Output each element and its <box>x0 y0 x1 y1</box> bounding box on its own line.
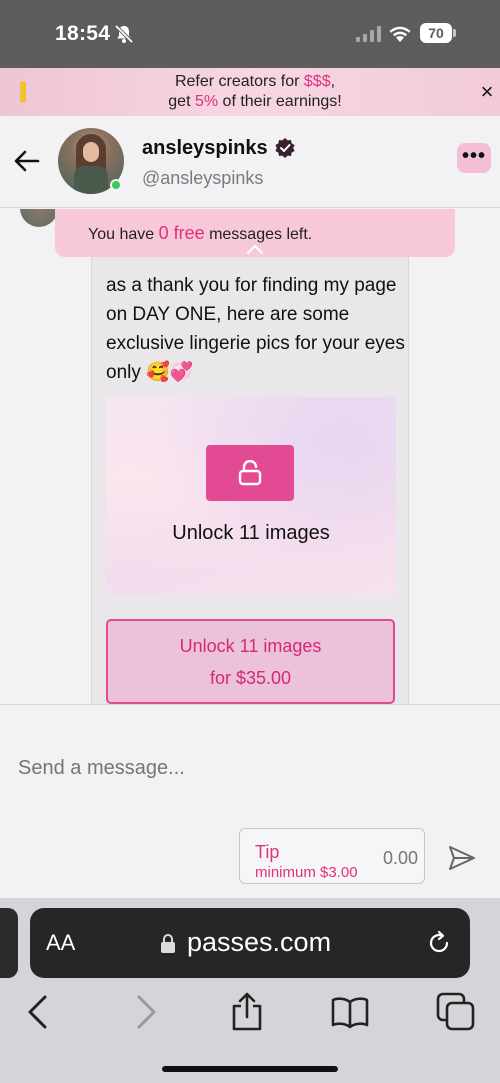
message-text: as a thank you for finding my page on DA… <box>106 275 405 383</box>
back-arrow-icon[interactable] <box>12 146 42 176</box>
sender-avatar <box>20 209 58 227</box>
creator-handle: @ansleyspinks <box>142 168 264 188</box>
banner-indicator <box>20 81 26 103</box>
locked-media-preview[interactable]: Unlock 11 images <box>106 397 396 597</box>
unlock-icon <box>238 460 262 486</box>
message-composer: Tip minimum $3.00 0.00 <box>0 704 500 898</box>
tip-field[interactable]: Tip minimum $3.00 0.00 <box>239 828 425 884</box>
home-indicator[interactable] <box>162 1066 338 1072</box>
wifi-icon <box>389 26 411 42</box>
tip-label: Tip <box>255 842 280 862</box>
battery-icon: 70 <box>420 23 456 43</box>
creator-name[interactable]: ansleyspinks <box>142 137 268 160</box>
free-messages-text: You have 0 free messages left. <box>88 223 313 243</box>
tabs-icon[interactable] <box>436 992 476 1032</box>
unlock-button-line1: Unlock 11 images <box>179 636 322 656</box>
verified-badge-icon <box>275 138 295 158</box>
unlock-purchase-button[interactable]: Unlock 11 images for $35.00 <box>106 619 395 704</box>
text-size-button[interactable]: AA <box>46 930 75 956</box>
forward-nav-icon[interactable] <box>126 992 166 1032</box>
previous-tab-preview[interactable] <box>0 908 18 978</box>
chevron-up-icon[interactable] <box>245 243 265 255</box>
tip-amount[interactable]: 0.00 <box>358 848 418 869</box>
browser-toolbar: AA passes.com <box>0 898 500 1083</box>
bell-slash-icon <box>114 24 134 44</box>
referral-banner[interactable]: Refer creators for $$$, get 5% of their … <box>0 68 500 116</box>
url-domain[interactable]: passes.com <box>187 927 331 958</box>
back-nav-icon[interactable] <box>18 992 58 1032</box>
bookmarks-icon[interactable] <box>330 992 370 1032</box>
lock-icon <box>161 934 175 953</box>
chat-header: ansleyspinks @ansleyspinks ••• <box>0 116 500 208</box>
reload-icon[interactable] <box>426 930 452 956</box>
message-input[interactable] <box>18 753 478 783</box>
unlock-button-price: for $35.00 <box>209 668 292 688</box>
locked-media-label: Unlock 11 images <box>172 522 330 544</box>
close-banner-button[interactable]: × <box>474 80 500 104</box>
free-messages-banner: You have 0 free messages left. <box>55 209 455 257</box>
cellular-signal-icon <box>356 26 381 42</box>
message-thread[interactable]: as a thank you for finding my page on DA… <box>0 209 500 704</box>
send-icon[interactable] <box>447 844 477 872</box>
battery-level: 70 <box>420 23 452 43</box>
address-bar[interactable]: AA passes.com <box>30 908 470 978</box>
more-options-button[interactable]: ••• <box>457 143 491 173</box>
share-icon[interactable] <box>227 992 267 1032</box>
clock: 18:54 <box>55 22 111 45</box>
referral-text: Refer creators for $$$, get 5% of their … <box>168 73 342 110</box>
online-indicator <box>110 179 122 191</box>
unlock-media-button[interactable] <box>206 445 294 501</box>
tip-minimum: minimum $3.00 <box>255 864 358 881</box>
status-bar: 18:54 70 <box>0 0 500 68</box>
